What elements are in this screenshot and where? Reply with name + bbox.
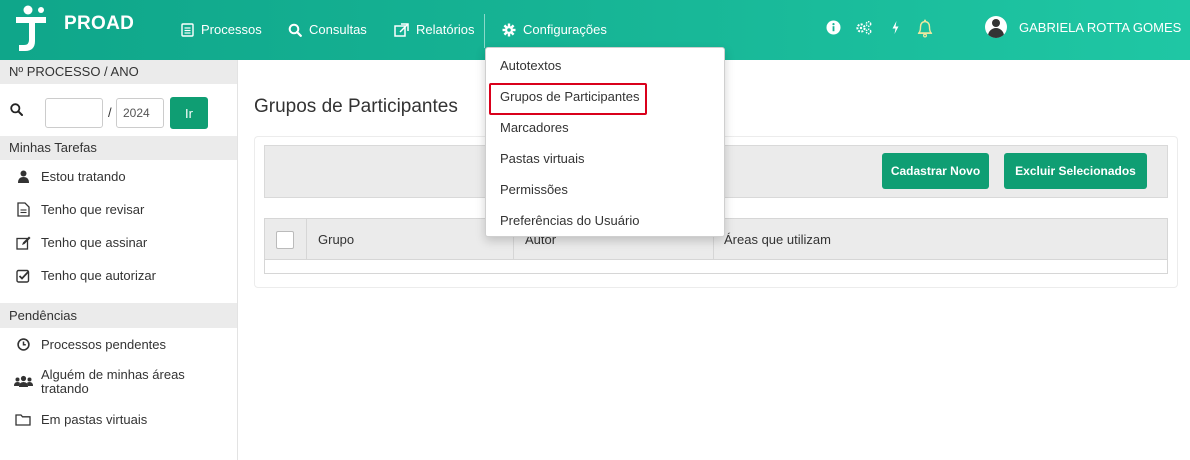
edit-icon (13, 236, 33, 250)
task-label: Tenho que revisar (41, 202, 145, 217)
task-tenho-que-assinar[interactable]: Tenho que assinar (0, 226, 237, 259)
pending-label: Em pastas virtuais (41, 412, 148, 427)
cogs-icon[interactable] (855, 20, 873, 35)
checkbox[interactable] (276, 230, 294, 249)
menu-item-permissoes[interactable]: Permissões (486, 174, 724, 205)
brand[interactable]: PROAD (14, 4, 134, 54)
pending-label: Processos pendentes (41, 337, 167, 352)
column-divider (306, 219, 307, 260)
task-tenho-que-revisar[interactable]: Tenho que revisar (0, 193, 237, 226)
pending-processos-pendentes[interactable]: Processos pendentes (0, 328, 237, 361)
search-icon (10, 103, 23, 119)
nav-divider (484, 14, 485, 48)
clock-icon (13, 338, 33, 351)
nav-configuracoes-label: Configurações (523, 22, 607, 37)
pending-header: Pendências (0, 303, 237, 328)
cadastrar-novo-button[interactable]: Cadastrar Novo (882, 153, 989, 189)
user-name: GABRIELA ROTTA GOMES (1019, 19, 1182, 35)
menu-item-marcadores[interactable]: Marcadores (486, 112, 724, 143)
sidebar: Nº PROCESSO / ANO / Ir Minhas Tarefas Es… (0, 60, 238, 460)
pending-label: Alguém de minhas áreas tratando (41, 368, 185, 396)
process-search: / Ir (0, 84, 237, 136)
column-grupo[interactable]: Grupo (318, 219, 354, 260)
nav-configuracoes[interactable]: Configurações (502, 22, 607, 37)
info-icon[interactable] (826, 20, 841, 35)
configuracoes-dropdown: Autotextos Grupos de Participantes Marca… (485, 47, 725, 237)
nav-processos-label: Processos (201, 22, 262, 37)
task-estou-tratando[interactable]: Estou tratando (0, 160, 237, 193)
bell-icon[interactable] (916, 18, 934, 38)
process-number-header: Nº PROCESSO / ANO (0, 60, 237, 84)
go-button[interactable]: Ir (170, 97, 208, 129)
nav-consultas-label: Consultas (309, 22, 367, 37)
brand-name: PROAD (64, 13, 135, 34)
menu-item-pastas-virtuais[interactable]: Pastas virtuais (486, 143, 724, 174)
nav-consultas[interactable]: Consultas (288, 22, 367, 37)
task-label: Estou tratando (41, 169, 126, 184)
pending-alguem-de-minhas-areas[interactable]: Alguém de minhas áreas tratando (0, 361, 237, 403)
menu-item-grupos-de-participantes[interactable]: Grupos de Participantes (486, 81, 724, 115)
task-label: Tenho que assinar (41, 235, 148, 250)
user-menu[interactable]: GABRIELA ROTTA GOMES (985, 16, 1181, 38)
external-link-icon (394, 22, 409, 37)
folder-icon (13, 413, 33, 426)
tasks-header: Minhas Tarefas (0, 136, 237, 160)
menu-item-autotextos[interactable]: Autotextos (486, 50, 724, 81)
bolt-icon[interactable] (891, 20, 900, 35)
gear-icon (502, 23, 516, 37)
proad-logo-icon (14, 4, 48, 54)
avatar (985, 16, 1007, 38)
check-square-icon (13, 269, 33, 283)
search-icon (288, 23, 302, 37)
file-text-icon (181, 22, 194, 37)
nav-relatorios[interactable]: Relatórios (394, 22, 475, 37)
file-icon (13, 202, 33, 217)
column-areas[interactable]: Áreas que utilizam (724, 219, 831, 260)
slash-separator: / (108, 105, 112, 120)
select-all-checkbox[interactable] (276, 219, 294, 260)
menu-item-preferencias-do-usuario[interactable]: Preferências do Usuário (486, 205, 724, 236)
task-label: Tenho que autorizar (41, 268, 156, 283)
user-icon (13, 170, 33, 183)
task-tenho-que-autorizar[interactable]: Tenho que autorizar (0, 259, 237, 292)
pending-label-line1: Alguém de minhas áreas (41, 367, 185, 382)
pending-em-pastas-virtuais[interactable]: Em pastas virtuais (0, 403, 237, 436)
users-icon (13, 375, 33, 389)
nav-processos[interactable]: Processos (181, 22, 262, 37)
process-number-input[interactable] (45, 98, 103, 128)
pending-label-line2: tratando (41, 381, 89, 396)
page-title: Grupos de Participantes (254, 96, 458, 117)
process-year-input[interactable] (116, 98, 164, 128)
nav-relatorios-label: Relatórios (416, 22, 475, 37)
excluir-selecionados-button[interactable]: Excluir Selecionados (1004, 153, 1147, 189)
